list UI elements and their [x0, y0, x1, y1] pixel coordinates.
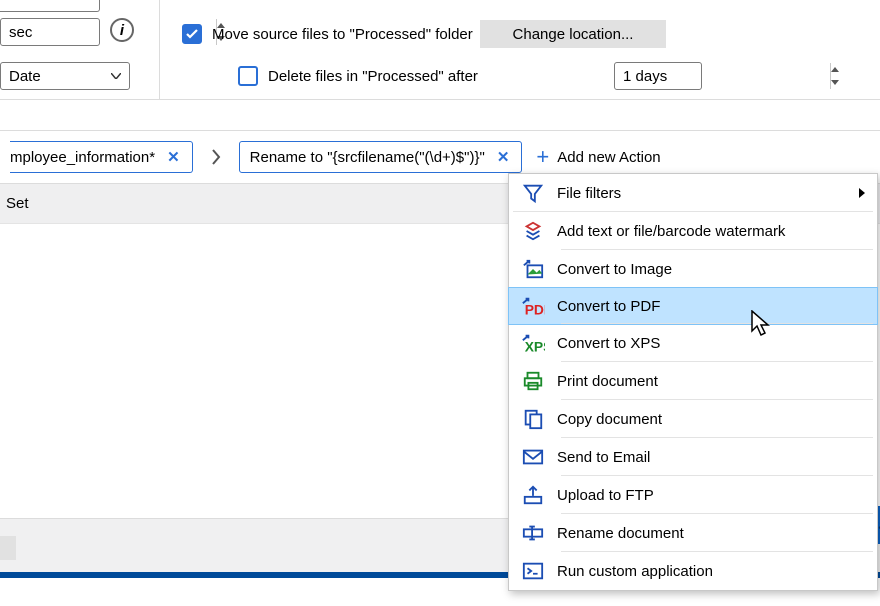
chip-remove-icon[interactable]: ✕ [165, 148, 182, 166]
chevron-right-icon [211, 149, 221, 165]
change-location-label: Change location... [513, 26, 634, 43]
watermark-icon [509, 220, 557, 242]
days-spinner[interactable] [614, 62, 702, 90]
email-icon [509, 448, 557, 466]
submenu-arrow-icon [859, 188, 865, 198]
chip-separator [203, 141, 229, 173]
upload-icon [509, 484, 557, 506]
xps-icon: XPS [509, 332, 557, 354]
menu-item-print[interactable]: Print document [509, 362, 877, 400]
set-label: Set [6, 195, 29, 212]
move-source-row: Move source files to "Processed" folder [182, 24, 473, 44]
image-icon [509, 258, 557, 280]
filter-icon [509, 182, 557, 204]
menu-item-label: Convert to PDF [557, 298, 660, 315]
spin-down-icon[interactable] [831, 76, 839, 89]
menu-item-copy[interactable]: Copy document [509, 400, 877, 438]
bottom-button-fragment[interactable] [0, 536, 16, 560]
menu-item-label: File filters [557, 185, 621, 202]
action-chip[interactable]: mployee_information* ✕ [10, 141, 193, 173]
days-value[interactable] [615, 63, 830, 89]
menu-item-label: Upload to FTP [557, 487, 654, 504]
pdf-icon: PDF [509, 295, 557, 317]
spinner-fragment [0, 0, 100, 12]
top-settings-panel: i Date Move source files to "Processed" … [0, 0, 880, 100]
chip-remove-icon[interactable]: ✕ [495, 148, 512, 166]
vertical-separator [159, 0, 160, 100]
menu-item-convert-pdf[interactable]: PDF Convert to PDF [508, 287, 878, 325]
rename-icon [509, 522, 557, 544]
terminal-icon [509, 561, 557, 581]
add-action-menu: File filters Add text or file/barcode wa… [508, 173, 878, 591]
copy-icon [509, 408, 557, 430]
menu-item-label: Send to Email [557, 449, 650, 466]
menu-item-label: Add text or file/barcode watermark [557, 223, 785, 240]
menu-item-label: Print document [557, 373, 658, 390]
checkmark-icon [186, 29, 198, 39]
interval-spinner[interactable] [0, 18, 100, 46]
menu-item-label: Rename document [557, 525, 684, 542]
delete-after-checkbox[interactable] [238, 66, 258, 86]
menu-item-label: Convert to XPS [557, 335, 660, 352]
menu-item-convert-xps[interactable]: XPS Convert to XPS [509, 324, 877, 362]
menu-item-file-filters[interactable]: File filters [509, 174, 877, 212]
menu-item-rename[interactable]: Rename document [509, 514, 877, 552]
svg-text:PDF: PDF [525, 301, 545, 317]
menu-item-label: Run custom application [557, 563, 713, 580]
print-icon [509, 370, 557, 392]
menu-item-label: Copy document [557, 411, 662, 428]
chip-label: mployee_information* [10, 149, 155, 166]
delete-after-row: Delete files in "Processed" after [238, 66, 478, 86]
plus-icon: + [536, 146, 549, 168]
svg-text:XPS: XPS [525, 338, 545, 354]
action-chip[interactable]: Rename to "{srcfilename("(\d+)$")}" ✕ [239, 141, 523, 173]
spinner-buttons[interactable] [830, 63, 839, 89]
info-icon[interactable]: i [110, 18, 134, 42]
add-action-button[interactable]: + Add new Action [536, 146, 660, 168]
menu-item-email[interactable]: Send to Email [509, 438, 877, 476]
move-source-label: Move source files to "Processed" folder [212, 26, 473, 43]
spin-up-icon[interactable] [831, 63, 839, 76]
menu-item-watermark[interactable]: Add text or file/barcode watermark [509, 212, 877, 250]
delete-after-label: Delete files in "Processed" after [268, 68, 478, 85]
menu-item-ftp[interactable]: Upload to FTP [509, 476, 877, 514]
change-location-button[interactable]: Change location... [480, 20, 666, 48]
menu-item-convert-image[interactable]: Convert to Image [509, 250, 877, 288]
info-glyph: i [120, 22, 124, 39]
move-source-checkbox[interactable] [182, 24, 202, 44]
chevron-down-icon [111, 73, 121, 79]
add-action-label: Add new Action [557, 149, 660, 166]
sort-by-combo[interactable]: Date [0, 62, 130, 90]
chip-label: Rename to "{srcfilename("(\d+)$")}" [250, 149, 485, 166]
sort-by-value: Date [9, 68, 41, 85]
menu-item-run-app[interactable]: Run custom application [509, 552, 877, 590]
menu-item-label: Convert to Image [557, 261, 672, 278]
